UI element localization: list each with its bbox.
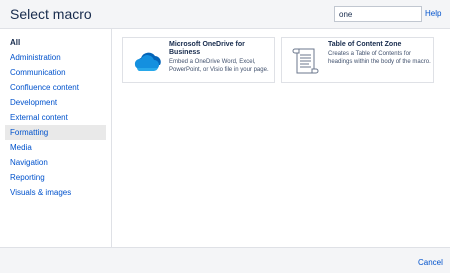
macro-description: Creates a Table of Contents for headings… — [328, 51, 431, 65]
category-navigation[interactable]: Navigation — [5, 155, 106, 170]
category-all[interactable]: All — [5, 35, 106, 50]
macro-card-onedrive[interactable]: Microsoft OneDrive for Business Embed a … — [122, 37, 275, 83]
category-reporting[interactable]: Reporting — [5, 170, 106, 185]
macro-results: Microsoft OneDrive for Business Embed a … — [113, 29, 450, 247]
category-formatting[interactable]: Formatting — [5, 125, 106, 140]
dialog-header: Select macro Help — [0, 0, 450, 29]
select-macro-dialog: Select macro Help All Administration Com… — [0, 0, 450, 273]
macro-description: Embed a OneDrive Word, Excel, PowerPoint… — [169, 59, 269, 73]
cancel-button[interactable]: Cancel — [418, 258, 443, 268]
category-media[interactable]: Media — [5, 140, 106, 155]
category-visuals-images[interactable]: Visuals & images — [5, 185, 106, 200]
category-communication[interactable]: Communication — [5, 65, 106, 80]
category-confluence-content[interactable]: Confluence content — [5, 80, 106, 95]
scroll-document-icon — [287, 43, 323, 79]
category-external-content[interactable]: External content — [5, 110, 106, 125]
dialog-title: Select macro — [10, 6, 92, 22]
onedrive-cloud-icon — [128, 43, 164, 79]
category-administration[interactable]: Administration — [5, 50, 106, 65]
category-sidebar: All Administration Communication Conflue… — [0, 29, 112, 247]
macro-card-table-of-content-zone[interactable]: Table of Content Zone Creates a Table of… — [281, 37, 434, 83]
category-development[interactable]: Development — [5, 95, 106, 110]
help-link[interactable]: Help — [425, 9, 441, 19]
search-input[interactable] — [334, 6, 422, 22]
macro-title: Table of Content Zone — [328, 41, 402, 48]
dialog-footer: Cancel — [0, 247, 450, 273]
macro-title: Microsoft OneDrive for Business — [169, 41, 245, 56]
